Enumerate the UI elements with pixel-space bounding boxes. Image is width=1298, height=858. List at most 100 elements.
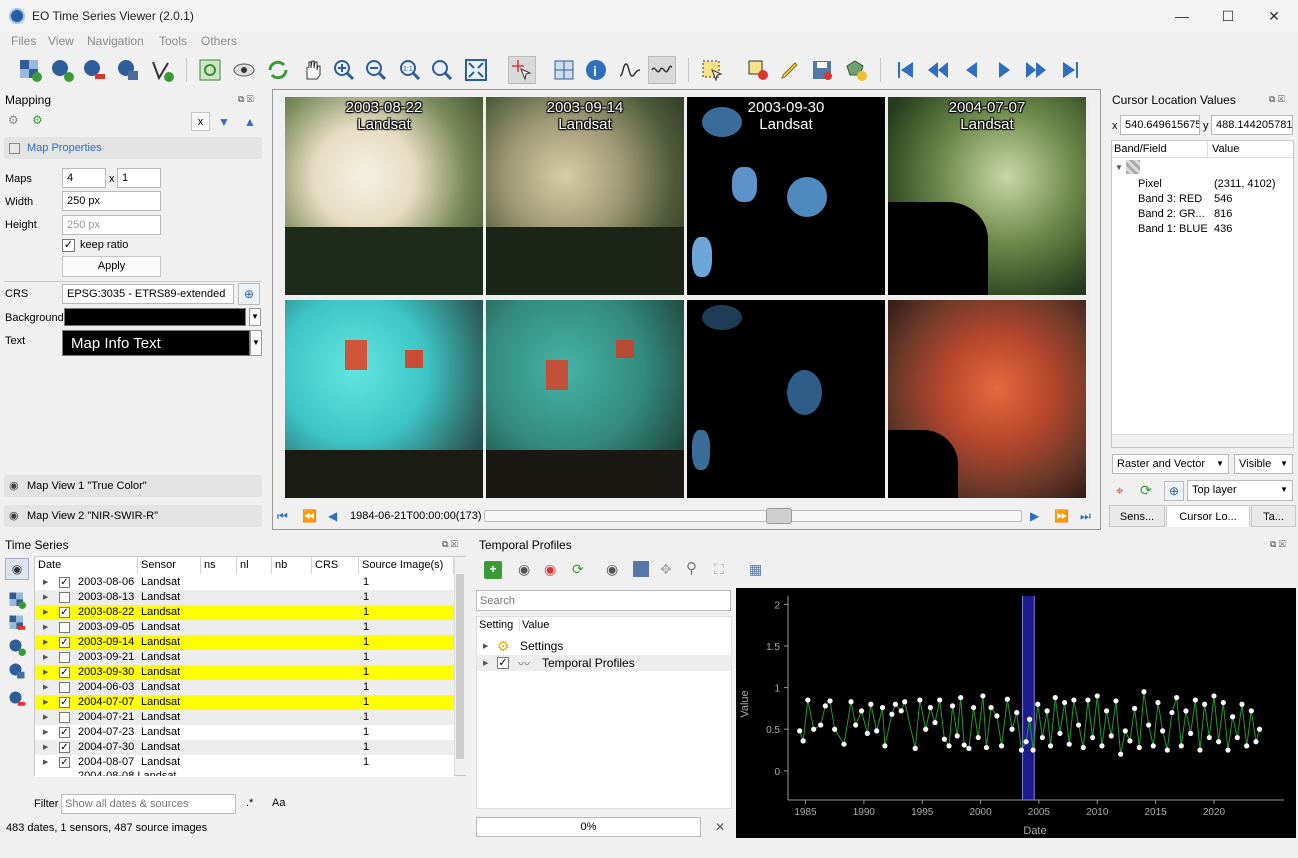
keep-ratio-checkbox[interactable]: ✓ <box>62 239 75 252</box>
tab-sensors[interactable]: Sens... <box>1109 505 1165 527</box>
col-header-ns[interactable]: ns <box>201 557 237 574</box>
show-visible-icon[interactable]: ◉ <box>5 558 29 580</box>
profiles-dock-buttons[interactable]: ⧉ ☒ <box>1270 539 1286 550</box>
filter-input[interactable] <box>61 794 236 814</box>
remove-timeseries-icon[interactable] <box>8 690 26 708</box>
zoom-full-icon[interactable]: ⛶ <box>714 561 724 578</box>
row-checkbox[interactable]: ✓ <box>59 727 70 738</box>
add-timeseries-icon[interactable] <box>48 56 76 84</box>
first-date-icon[interactable] <box>892 56 920 84</box>
map-time-slider-handle[interactable] <box>765 508 792 524</box>
mapping-dock-buttons[interactable]: ⧉ ☒ <box>238 94 254 105</box>
row-expand-icon[interactable]: ▶ <box>43 650 48 665</box>
map-tile-nir-4[interactable] <box>888 300 1086 498</box>
background-color-button[interactable] <box>64 308 246 326</box>
zoom-out-icon[interactable] <box>362 56 390 84</box>
refresh-map-icon[interactable] <box>196 56 224 84</box>
add-profile-icon[interactable]: + <box>484 561 502 579</box>
map-tile-nir-1[interactable] <box>285 300 483 498</box>
last-date-icon[interactable] <box>1056 56 1084 84</box>
add-raster-icon[interactable] <box>16 56 44 84</box>
settings-tree-item[interactable]: Settings <box>520 639 563 653</box>
row-expand-icon[interactable]: ▶ <box>43 710 48 725</box>
background-dropdown-icon[interactable]: ▼ <box>249 308 261 326</box>
cursor-pick-icon[interactable]: ⌖ <box>1116 483 1123 499</box>
regex-toggle[interactable]: .* <box>246 797 253 809</box>
add-feature-icon[interactable] <box>842 56 870 84</box>
row-expand-icon[interactable]: ▶ <box>43 755 48 770</box>
map-last-icon[interactable]: ⏭ <box>1080 509 1091 524</box>
row-expand-icon[interactable]: ▶ <box>43 590 48 605</box>
remove-raster-icon[interactable] <box>8 614 26 632</box>
menu-view[interactable]: View <box>48 34 74 48</box>
move-down-icon[interactable]: ▼ <box>218 115 230 129</box>
table-row[interactable]: ▶ 2003-08-13 Landsat 1 <box>35 590 454 605</box>
profiles-search-input[interactable] <box>476 590 731 611</box>
remove-mapview-button[interactable]: x <box>191 112 210 131</box>
eye-icon[interactable]: ◉ <box>9 479 19 492</box>
menu-tools[interactable]: Tools <box>159 34 187 48</box>
edit-pencil-icon[interactable] <box>776 56 804 84</box>
map-fast-back-icon[interactable]: ⏪ <box>302 509 317 523</box>
temporal-profile-icon[interactable] <box>648 56 676 84</box>
apply-button[interactable]: Apply <box>62 256 161 277</box>
pan-icon[interactable] <box>298 56 326 84</box>
row-expand-icon[interactable]: ▶ <box>43 725 48 740</box>
map-tile-truecolor-4[interactable]: 2004-07-07 Landsat <box>888 97 1086 295</box>
remove-timeseries-icon[interactable] <box>80 56 108 84</box>
cursor-location-icon[interactable] <box>508 56 536 84</box>
map-tile-truecolor-3[interactable]: 2003-09-30 Landsat <box>687 97 885 295</box>
row-checkbox[interactable] <box>59 622 70 633</box>
tab-tasks[interactable]: Ta... <box>1251 505 1296 527</box>
crs-globe-icon[interactable]: ⊕ <box>238 283 260 305</box>
value-header[interactable]: Value <box>1209 141 1293 158</box>
col-header-sensor[interactable]: Sensor <box>138 557 201 574</box>
x-coordinate-field[interactable]: 540.649615675 <box>1120 115 1200 135</box>
row-checkbox[interactable]: ✓ <box>59 697 70 708</box>
table-row[interactable]: ▶ 2003-09-05 Landsat 1 <box>35 620 454 635</box>
zoom-full-icon[interactable] <box>462 56 490 84</box>
fast-forward-icon[interactable] <box>1022 56 1050 84</box>
fast-backward-icon[interactable] <box>924 56 952 84</box>
table-row[interactable]: ▶ ✓ 2003-08-22 Landsat 1 <box>35 605 454 620</box>
info-icon[interactable]: i <box>582 56 610 84</box>
save-timeseries-icon[interactable] <box>114 56 142 84</box>
spectral-profile-icon[interactable] <box>616 56 644 84</box>
map-prev-icon[interactable]: ◀ <box>328 509 337 523</box>
crs-select[interactable]: EPSG:3035 - ETRS89-extended <box>62 284 234 304</box>
row-checkbox[interactable] <box>59 592 70 603</box>
sync-icon[interactable]: ⟳ <box>572 561 584 578</box>
map-fast-forward-icon[interactable]: ⏩ <box>1054 509 1069 523</box>
text-dropdown-icon[interactable]: ▼ <box>250 330 262 356</box>
row-checkbox[interactable]: ✓ <box>59 742 70 753</box>
minimize-button[interactable]: — <box>1162 4 1202 28</box>
timeseries-dock-buttons[interactable]: ⧉ ☒ <box>442 539 458 550</box>
zoom-in-icon[interactable] <box>330 56 358 84</box>
table-row[interactable]: ▶ ✓ 2004-07-07 Landsat 1 <box>35 695 454 710</box>
refresh-icon[interactable]: ⟳ <box>1140 482 1152 499</box>
visibility-select[interactable]: Visible ▼ <box>1234 454 1293 474</box>
height-spinbox[interactable]: 250 px <box>62 215 161 235</box>
row-checkbox[interactable]: ✓ <box>59 637 70 648</box>
next-date-icon[interactable] <box>990 56 1018 84</box>
cancel-progress-icon[interactable]: ✕ <box>715 820 725 834</box>
zoom-native-icon[interactable]: 1:1 <box>396 56 424 84</box>
setting-header[interactable]: Setting <box>477 619 520 631</box>
table-icon[interactable]: ▦ <box>749 561 762 578</box>
temporal-profiles-checkbox[interactable]: ✓ <box>497 657 509 669</box>
deselect-features-icon[interactable] <box>744 56 772 84</box>
maps-rows-spinbox[interactable]: 1 <box>117 168 161 188</box>
row-expand-icon[interactable]: ▶ <box>43 695 48 710</box>
row-checkbox[interactable]: ✓ <box>59 667 70 678</box>
table-row[interactable]: ▶ ✓ 2004-07-30 Landsat 1 <box>35 740 454 755</box>
add-timeseries-icon[interactable] <box>8 638 26 656</box>
previous-date-icon[interactable] <box>958 56 986 84</box>
visibility-icon[interactable] <box>230 56 258 84</box>
col-header-crs[interactable]: CRS <box>312 557 359 574</box>
cursor-dock-buttons[interactable]: ⧉ ☒ <box>1269 94 1285 105</box>
map-tile-truecolor-2[interactable]: 2003-09-14 Landsat <box>486 97 684 295</box>
map-time-slider[interactable] <box>484 510 1022 522</box>
map-next-icon[interactable]: ▶ <box>1030 509 1039 523</box>
y-coordinate-field[interactable]: 488.144205781 <box>1211 115 1293 135</box>
row-checkbox[interactable]: ✓ <box>59 577 70 588</box>
